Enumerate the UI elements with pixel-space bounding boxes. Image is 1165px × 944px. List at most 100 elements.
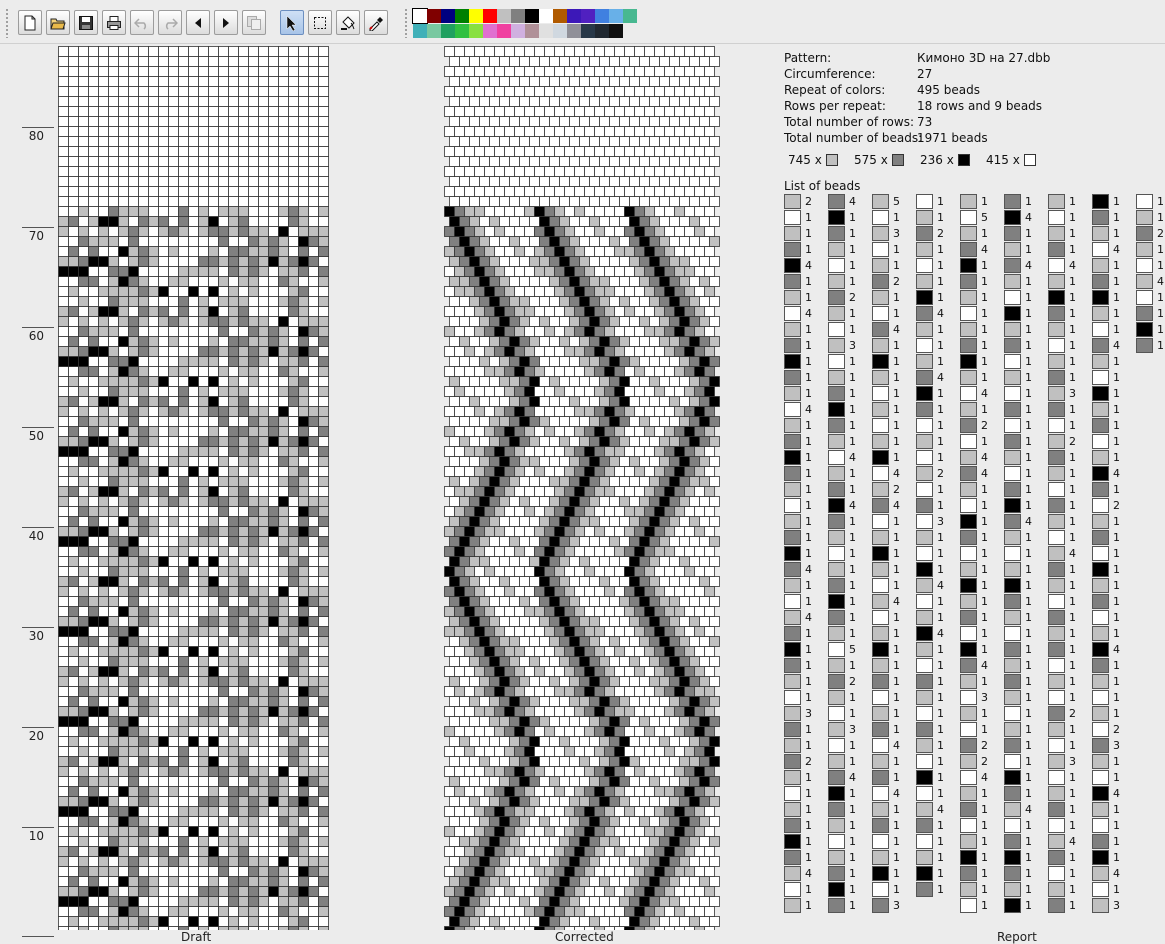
- corrected-bead[interactable]: [710, 737, 720, 747]
- corrected-bead[interactable]: [490, 777, 500, 787]
- corrected-bead[interactable]: [445, 207, 455, 217]
- draft-bead[interactable]: [239, 217, 249, 227]
- corrected-bead[interactable]: [565, 127, 575, 137]
- corrected-bead[interactable]: [705, 387, 715, 397]
- corrected-bead[interactable]: [510, 377, 520, 387]
- draft-bead[interactable]: [169, 507, 179, 517]
- corrected-bead[interactable]: [625, 307, 635, 317]
- draft-bead[interactable]: [309, 877, 319, 887]
- corrected-bead[interactable]: [455, 767, 465, 777]
- corrected-bead[interactable]: [445, 887, 455, 897]
- corrected-bead[interactable]: [625, 887, 635, 897]
- draft-bead[interactable]: [99, 287, 109, 297]
- corrected-bead[interactable]: [660, 917, 670, 927]
- corrected-bead[interactable]: [485, 587, 495, 597]
- draft-bead[interactable]: [69, 557, 79, 567]
- corrected-bead[interactable]: [615, 147, 625, 157]
- draft-bead[interactable]: [79, 147, 89, 157]
- draft-bead[interactable]: [299, 517, 309, 527]
- draft-bead[interactable]: [249, 187, 259, 197]
- corrected-bead[interactable]: [520, 157, 530, 167]
- corrected-bead[interactable]: [700, 757, 710, 767]
- draft-bead[interactable]: [239, 87, 249, 97]
- corrected-bead[interactable]: [670, 77, 680, 87]
- draft-bead[interactable]: [99, 887, 109, 897]
- corrected-bead[interactable]: [685, 527, 695, 537]
- draft-bead[interactable]: [189, 697, 199, 707]
- corrected-bead[interactable]: [665, 787, 675, 797]
- draft-bead[interactable]: [59, 357, 69, 367]
- draft-bead[interactable]: [149, 427, 159, 437]
- draft-bead[interactable]: [259, 847, 269, 857]
- corrected-bead[interactable]: [570, 797, 580, 807]
- draft-bead[interactable]: [109, 587, 119, 597]
- corrected-bead[interactable]: [510, 817, 520, 827]
- draft-bead[interactable]: [309, 217, 319, 227]
- draft-bead[interactable]: [119, 217, 129, 227]
- corrected-bead[interactable]: [635, 467, 645, 477]
- corrected-bead[interactable]: [525, 807, 535, 817]
- corrected-bead[interactable]: [570, 317, 580, 327]
- draft-bead[interactable]: [169, 847, 179, 857]
- draft-bead[interactable]: [99, 347, 109, 357]
- draft-bead[interactable]: [269, 227, 279, 237]
- corrected-bead[interactable]: [695, 107, 705, 117]
- corrected-bead[interactable]: [630, 817, 640, 827]
- draft-bead[interactable]: [59, 807, 69, 817]
- draft-bead[interactable]: [189, 77, 199, 87]
- corrected-bead[interactable]: [540, 397, 550, 407]
- corrected-bead[interactable]: [455, 807, 465, 817]
- corrected-bead[interactable]: [635, 767, 645, 777]
- draft-bead[interactable]: [299, 567, 309, 577]
- draft-bead[interactable]: [99, 687, 109, 697]
- draft-bead[interactable]: [309, 467, 319, 477]
- draft-bead[interactable]: [269, 437, 279, 447]
- corrected-bead[interactable]: [590, 497, 600, 507]
- corrected-bead[interactable]: [710, 517, 720, 527]
- corrected-bead[interactable]: [445, 307, 455, 317]
- draft-bead[interactable]: [239, 207, 249, 217]
- draft-bead[interactable]: [249, 157, 259, 167]
- draft-bead[interactable]: [259, 77, 269, 87]
- corrected-bead[interactable]: [645, 447, 655, 457]
- draft-bead[interactable]: [139, 497, 149, 507]
- corrected-bead[interactable]: [555, 787, 565, 797]
- corrected-bead[interactable]: [580, 897, 590, 907]
- corrected-bead[interactable]: [485, 767, 495, 777]
- corrected-bead[interactable]: [450, 717, 460, 727]
- corrected-bead[interactable]: [680, 677, 690, 687]
- corrected-bead[interactable]: [490, 117, 500, 127]
- corrected-bead[interactable]: [565, 787, 575, 797]
- corrected-bead[interactable]: [665, 407, 675, 417]
- draft-bead[interactable]: [59, 697, 69, 707]
- corrected-bead[interactable]: [610, 657, 620, 667]
- corrected-bead[interactable]: [520, 917, 530, 927]
- corrected-bead[interactable]: [690, 837, 700, 847]
- corrected-bead[interactable]: [700, 357, 710, 367]
- corrected-bead[interactable]: [575, 147, 585, 157]
- corrected-bead[interactable]: [690, 477, 700, 487]
- corrected-bead[interactable]: [550, 257, 560, 267]
- draft-bead[interactable]: [269, 857, 279, 867]
- corrected-bead[interactable]: [595, 87, 605, 97]
- corrected-bead[interactable]: [450, 677, 460, 687]
- draft-bead[interactable]: [229, 227, 239, 237]
- draft-bead[interactable]: [179, 267, 189, 277]
- corrected-bead[interactable]: [570, 597, 580, 607]
- draft-bead[interactable]: [119, 667, 129, 677]
- corrected-bead[interactable]: [670, 757, 680, 767]
- corrected-bead[interactable]: [615, 927, 625, 931]
- corrected-bead[interactable]: [535, 287, 545, 297]
- corrected-bead[interactable]: [670, 257, 680, 267]
- draft-bead[interactable]: [89, 627, 99, 637]
- draft-bead[interactable]: [79, 787, 89, 797]
- corrected-bead[interactable]: [570, 157, 580, 167]
- draft-bead[interactable]: [149, 337, 159, 347]
- corrected-bead[interactable]: [660, 717, 670, 727]
- draft-bead[interactable]: [319, 277, 329, 287]
- corrected-bead[interactable]: [600, 337, 610, 347]
- palette-swatch[interactable]: [581, 9, 595, 23]
- draft-bead[interactable]: [269, 817, 279, 827]
- draft-bead[interactable]: [149, 797, 159, 807]
- corrected-bead[interactable]: [605, 287, 615, 297]
